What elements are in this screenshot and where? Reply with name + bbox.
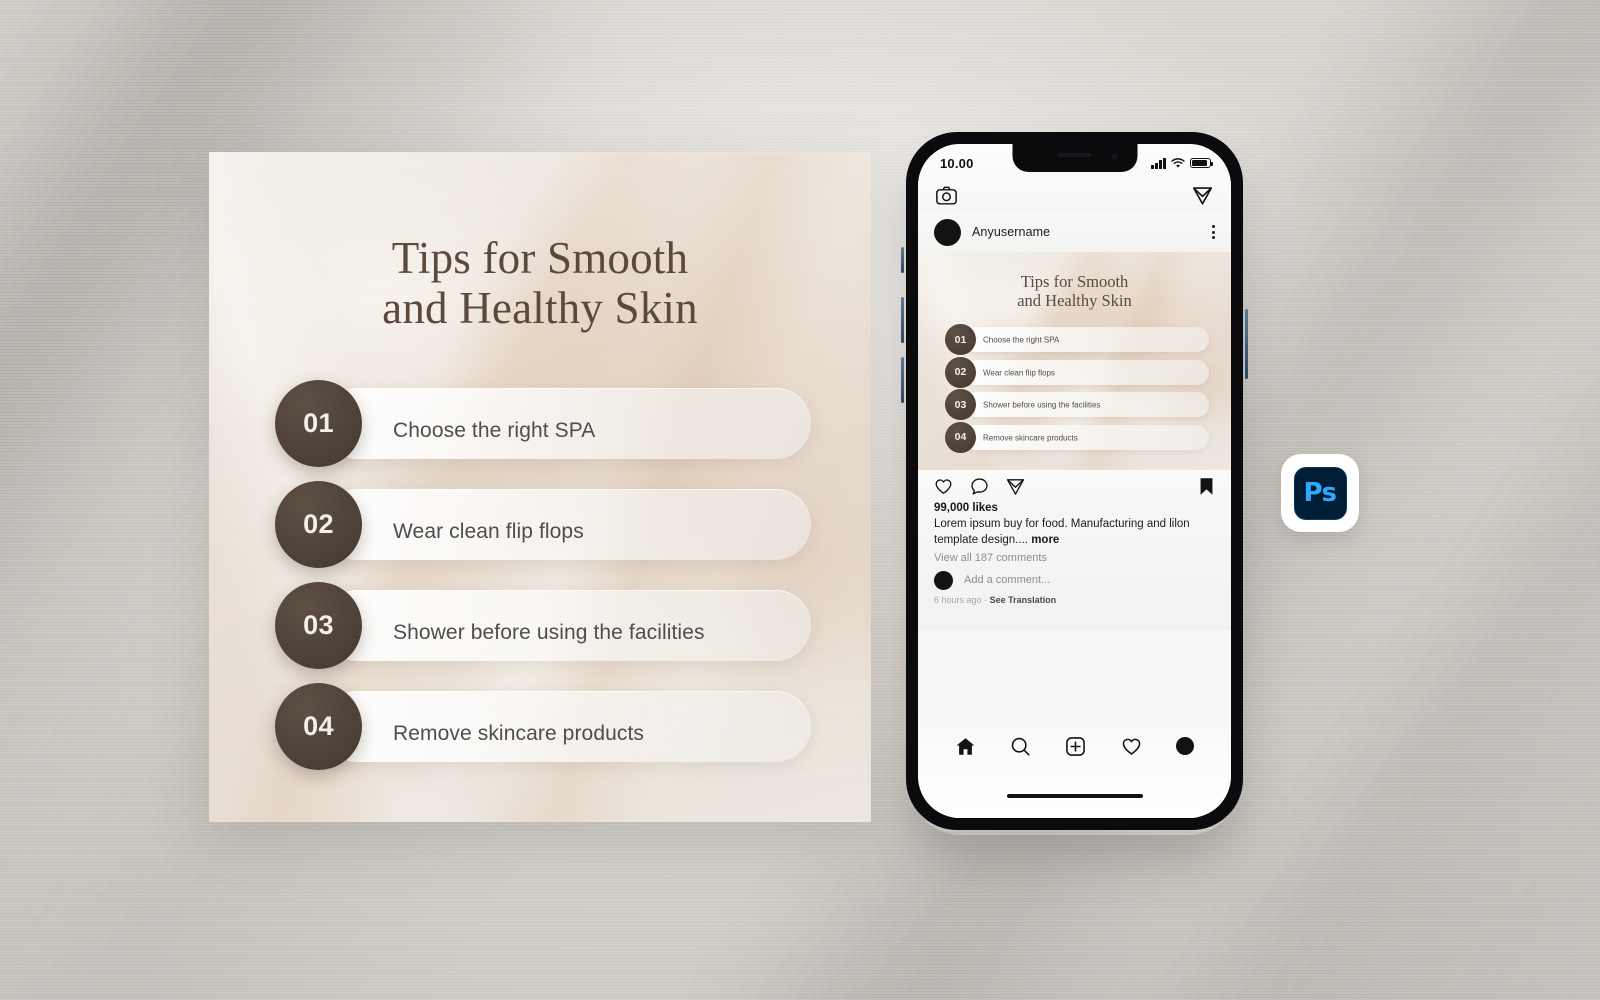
send-paper-plane-icon[interactable] [1006, 477, 1025, 496]
tip-number: 03 [954, 398, 967, 411]
post-image[interactable]: Tips for Smooth and Healthy Skin Choose … [918, 252, 1231, 470]
list-item: Remove skincare products 04 [275, 683, 811, 784]
profile-avatar-icon[interactable] [1175, 737, 1194, 755]
post-header: Anyusername [918, 212, 1231, 252]
tip-label: Remove skincare products [983, 433, 1078, 443]
view-comments-link[interactable]: View all 187 comments [934, 552, 1215, 564]
list-item: Wear clean flip flops 02 [945, 356, 1209, 390]
tip-number-badge: 04 [945, 421, 976, 453]
tip-number: 03 [303, 610, 334, 640]
tip-label: Wear clean flip flops [393, 519, 584, 543]
heart-icon[interactable] [934, 477, 953, 496]
home-icon[interactable] [955, 736, 976, 757]
notch [1012, 144, 1137, 172]
tip-number: 02 [303, 509, 334, 539]
tip-number: 02 [954, 366, 967, 379]
tip-number: 04 [303, 711, 334, 741]
avatar [934, 570, 953, 590]
tip-number-badge: 03 [275, 582, 362, 669]
tip-number: 01 [303, 408, 334, 438]
poster-title-line-1: Tips for Smooth [391, 233, 689, 283]
tip-label: Shower before using the facilities [983, 400, 1101, 410]
comment-input-placeholder[interactable]: Add a comment... [964, 574, 1050, 586]
tip-number-badge: 01 [945, 324, 976, 355]
send-paper-plane-icon[interactable] [1192, 185, 1213, 206]
phone-bezel: 10.00 Anyusername Tips for Smooth and He… [906, 132, 1243, 830]
tip-number-badge: 04 [275, 683, 362, 770]
post-timestamp: 6 hours ago [934, 594, 982, 605]
tip-number-badge: 02 [275, 481, 362, 568]
post-title-line-1: Tips for Smooth [1020, 272, 1129, 291]
avatar[interactable] [934, 218, 961, 246]
meta-separator: · [984, 594, 988, 605]
tip-number-badge: 02 [945, 356, 976, 388]
wifi-icon [1171, 157, 1185, 168]
likes-count: 99,000 likes [934, 502, 998, 514]
volume-down-button[interactable] [901, 357, 904, 403]
photoshop-icon-letters: Ps [1303, 478, 1337, 508]
bookmark-icon[interactable] [1198, 477, 1215, 496]
post-tips-list: Choose the right SPA 01 Wear clean flip … [945, 324, 1209, 454]
kebab-menu-icon[interactable] [1212, 224, 1215, 240]
tip-label: Remove skincare products [393, 721, 645, 745]
home-indicator[interactable] [1006, 794, 1143, 798]
comment-bubble-icon[interactable] [970, 477, 989, 496]
tip-label: Shower before using the facilities [393, 620, 705, 644]
mute-switch[interactable] [901, 247, 904, 273]
poster-mockup: Tips for Smooth and Healthy Skin Choose … [209, 152, 871, 822]
tip-number-badge: 03 [945, 389, 976, 421]
caption-text: Lorem ipsum buy for food. Manufacturing … [934, 516, 1215, 549]
list-item: Choose the right SPA 01 [275, 380, 811, 481]
app-header [918, 178, 1231, 212]
tip-number: 04 [954, 431, 967, 444]
list-item: Wear clean flip flops 02 [275, 481, 811, 582]
poster-title: Tips for Smooth and Healthy Skin [209, 233, 871, 334]
status-bar-time: 10.00 [940, 155, 974, 171]
post-title-line-2: and Healthy Skin [1017, 291, 1132, 311]
front-camera [1111, 154, 1117, 160]
tip-label: Wear clean flip flops [983, 368, 1055, 378]
add-comment-row[interactable]: Add a comment... [934, 570, 1215, 590]
see-translation-link[interactable]: See Translation [990, 595, 1057, 605]
phone-screen: 10.00 Anyusername Tips for Smooth and He… [918, 144, 1231, 818]
caption-more-link[interactable]: more [1031, 534, 1059, 546]
search-icon[interactable] [1010, 736, 1031, 757]
cellular-signal-icon [1151, 157, 1166, 169]
list-item: Choose the right SPA 01 [945, 324, 1209, 357]
tip-label: Choose the right SPA [393, 418, 596, 442]
tip-number: 01 [954, 333, 967, 346]
bottom-nav-bar [918, 710, 1231, 818]
poster-tips-list: Choose the right SPA 01 Wear clean flip … [275, 380, 811, 784]
list-item: Shower before using the facilities 03 [275, 582, 811, 683]
caption-body: Lorem ipsum buy for food. Manufacturing … [934, 518, 1190, 547]
add-post-icon[interactable] [1065, 736, 1086, 757]
post-meta: 6 hours ago · See Translation [934, 595, 1215, 605]
heart-icon[interactable] [1121, 736, 1142, 757]
poster-title-line-2: and Healthy Skin [382, 282, 698, 333]
battery-icon [1190, 157, 1214, 169]
volume-up-button[interactable] [901, 297, 904, 343]
tip-number-badge: 01 [275, 380, 362, 467]
post-username[interactable]: Anyusername [972, 225, 1050, 239]
earpiece-speaker [1057, 153, 1092, 157]
list-item: Shower before using the facilities 03 [945, 389, 1209, 422]
post-caption-block: 99,000 likes Lorem ipsum buy for food. M… [918, 502, 1231, 630]
list-item: Remove skincare products 04 [945, 421, 1209, 455]
phone-mockup: 10.00 Anyusername Tips for Smooth and He… [901, 129, 1248, 833]
post-title: Tips for Smooth and Healthy Skin [918, 272, 1231, 310]
photoshop-icon[interactable]: Ps [1281, 454, 1359, 532]
camera-icon[interactable] [936, 186, 957, 205]
tip-label: Choose the right SPA [983, 335, 1060, 345]
power-button[interactable] [1245, 309, 1248, 379]
photoshop-icon-inner: Ps [1293, 466, 1347, 520]
post-actions [918, 470, 1231, 502]
